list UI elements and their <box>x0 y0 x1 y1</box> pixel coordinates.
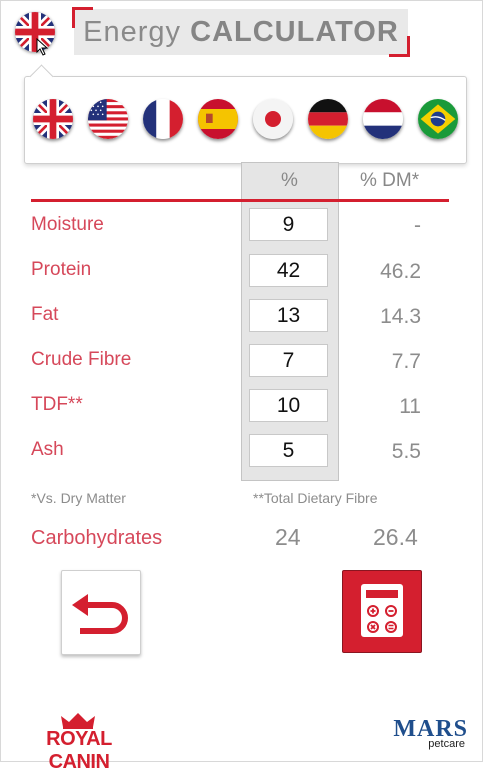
flag-uk-icon <box>33 99 73 139</box>
royal-canin-logo: ROYAL CANIN <box>14 712 144 773</box>
fat-input[interactable] <box>249 299 328 332</box>
protein-dm-value: 46.2 <box>380 260 421 283</box>
header-divider <box>31 199 449 202</box>
title-light: Energy <box>83 16 182 48</box>
tdf-dm-value: 11 <box>399 395 421 418</box>
column-header-percent: % <box>281 170 298 191</box>
app-title: Energy CALCULATOR <box>72 7 410 57</box>
mouse-cursor-icon <box>36 38 49 56</box>
mars-petcare-logo: MARS petcare <box>374 716 468 752</box>
moisture-input[interactable] <box>249 208 328 241</box>
ash-dm-value: 5.5 <box>391 440 421 463</box>
carbohydrates-value: 24 <box>275 524 301 550</box>
row-label-tdf: TDF** <box>31 394 83 415</box>
flag-netherlands-button[interactable] <box>363 99 403 139</box>
crude-fibre-input[interactable] <box>249 344 328 377</box>
flag-netherlands-icon <box>363 99 403 139</box>
flag-usa-icon <box>88 99 128 139</box>
flag-germany-icon <box>308 99 348 139</box>
flag-brazil-button[interactable] <box>418 99 458 139</box>
fat-dm-value: 14.3 <box>380 305 421 328</box>
tdf-input[interactable] <box>249 389 328 422</box>
flag-japan-button[interactable] <box>253 99 293 139</box>
row-label-crude-fibre: Crude Fibre <box>31 349 132 370</box>
ash-input[interactable] <box>249 434 328 467</box>
moisture-dm-value: - <box>414 214 421 237</box>
flag-usa-button[interactable] <box>88 99 128 139</box>
flag-spain-button[interactable] <box>198 99 238 139</box>
calculator-icon <box>361 584 403 637</box>
footnote-total-dietary-fibre: **Total Dietary Fibre <box>253 490 378 506</box>
flag-france-button[interactable] <box>143 99 183 139</box>
back-arrow-icon <box>72 594 128 634</box>
row-label-protein: Protein <box>31 259 92 280</box>
calculate-button[interactable] <box>342 570 422 653</box>
back-button[interactable] <box>61 570 141 655</box>
crude-fibre-dm-value: 7.7 <box>391 350 421 373</box>
flag-france-icon <box>143 99 183 139</box>
title-bold: CALCULATOR <box>190 16 399 48</box>
petcare-wordmark: petcare <box>428 738 465 750</box>
flag-uk-button[interactable] <box>33 99 73 139</box>
carbohydrates-label: Carbohydrates <box>31 527 163 549</box>
language-flag-panel <box>24 64 467 164</box>
row-label-fat: Fat <box>31 304 59 325</box>
flag-japan-icon <box>253 99 293 139</box>
flag-brazil-icon <box>418 99 458 139</box>
flag-spain-icon <box>198 99 238 139</box>
protein-input[interactable] <box>249 254 328 287</box>
royal-canin-wordmark: ROYAL CANIN <box>46 728 112 773</box>
footnote-dry-matter: *Vs. Dry Matter <box>31 490 126 506</box>
carbohydrates-dm-value: 26.4 <box>373 524 418 550</box>
column-header-dry-matter: % DM* <box>360 170 420 191</box>
crown-icon <box>61 713 95 729</box>
row-label-moisture: Moisture <box>31 214 104 235</box>
row-label-ash: Ash <box>31 439 64 460</box>
flag-germany-button[interactable] <box>308 99 348 139</box>
